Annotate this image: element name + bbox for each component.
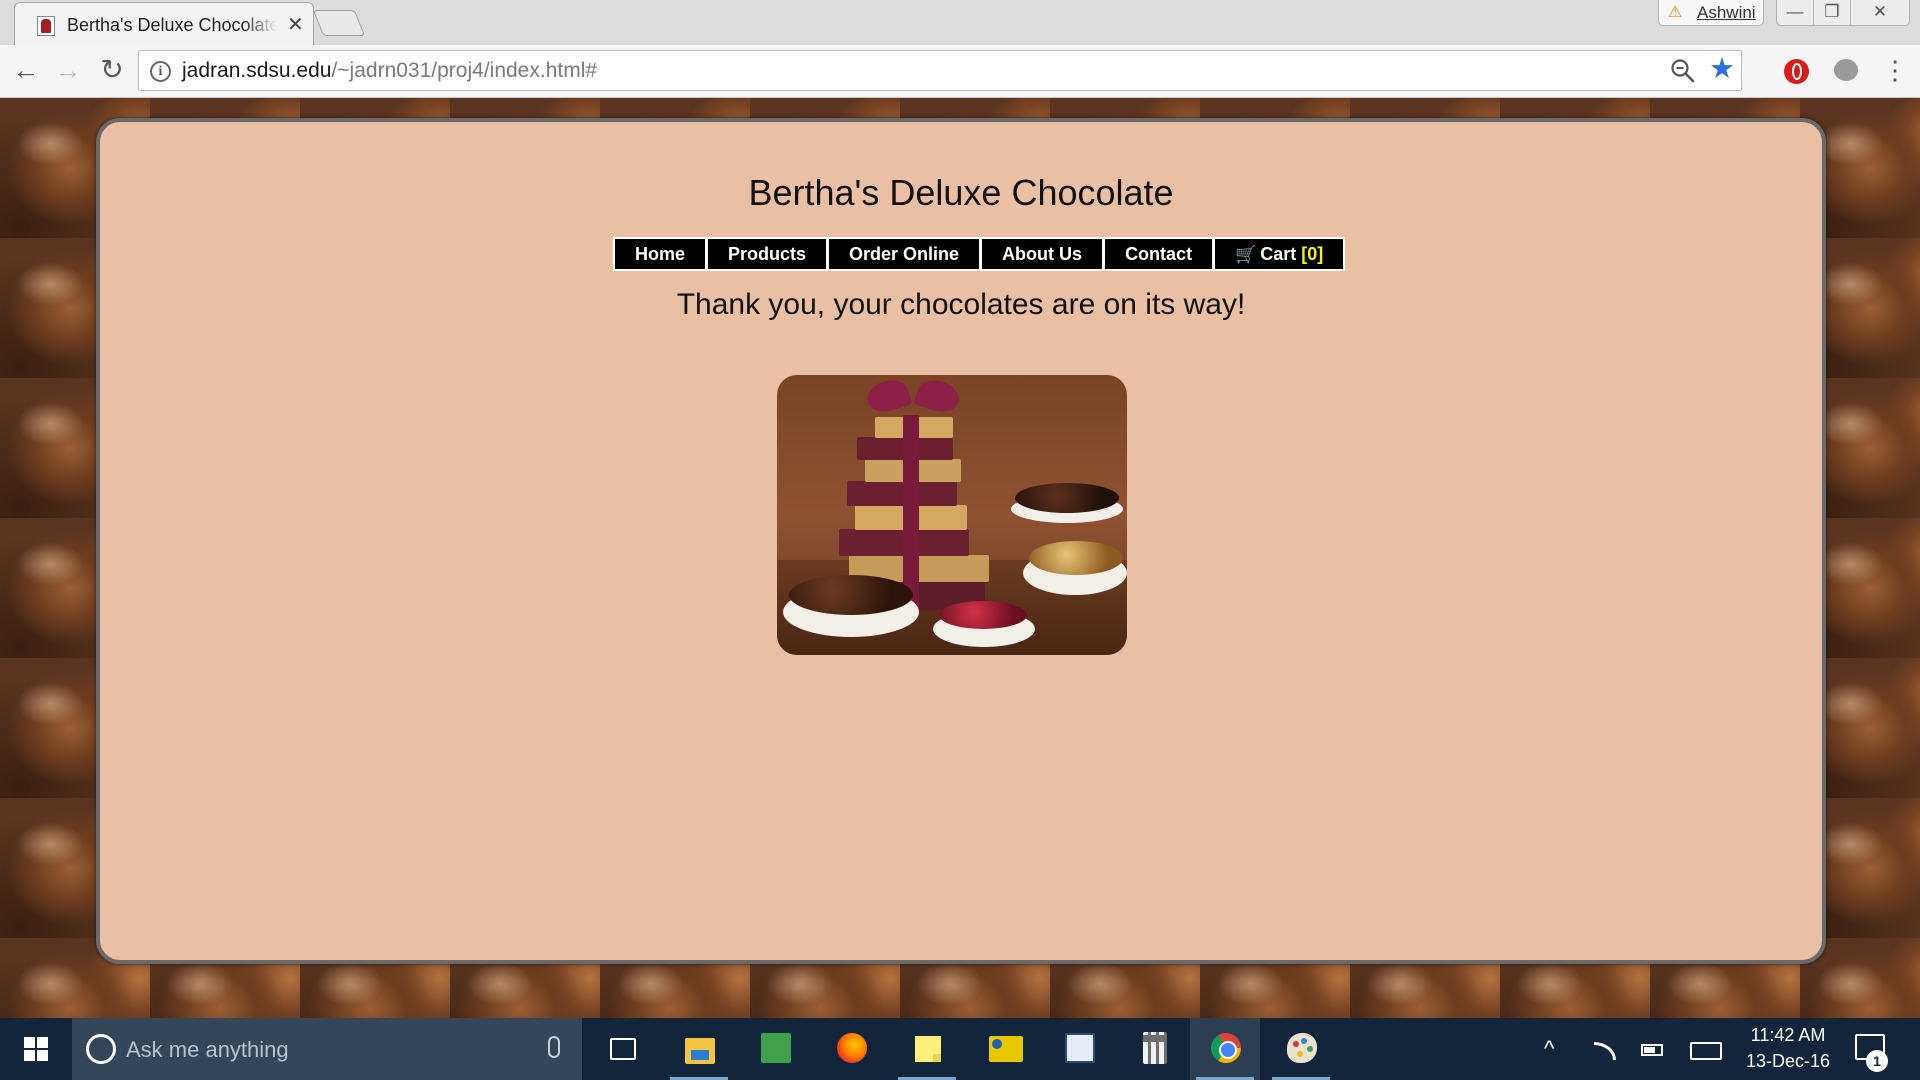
- tab-title: Bertha's Deluxe Chocolate: [67, 15, 277, 35]
- task-view-button[interactable]: [588, 1018, 658, 1080]
- minimize-button[interactable]: —: [1776, 0, 1814, 26]
- site-nav: Home Products Order Online About Us Cont…: [613, 237, 1346, 271]
- wifi-icon[interactable]: [1594, 1042, 1616, 1060]
- sticky-notes-icon: [915, 1036, 941, 1062]
- cortana-icon: [86, 1034, 116, 1064]
- taskbar-snipping-tool[interactable]: [968, 1018, 1038, 1080]
- chat-extension-icon[interactable]: [1834, 59, 1858, 81]
- paint-icon: [1287, 1033, 1317, 1063]
- page-title: Bertha's Deluxe Chocolate: [748, 172, 1174, 213]
- browser-menu-button[interactable]: ⋮: [1882, 53, 1908, 87]
- snipping-tool-icon: [989, 1036, 1023, 1062]
- taskbar-notepad-plus[interactable]: [740, 1018, 810, 1080]
- reload-button[interactable]: ↻: [96, 55, 128, 87]
- url-host: jadran.sdsu.edu: [182, 59, 332, 82]
- search-placeholder: Ask me anything: [126, 1037, 289, 1062]
- windows-logo-icon: [24, 1037, 35, 1048]
- tab-strip: Bertha's Deluxe Chocolate ✕ ⚠ Ashwini — …: [0, 0, 1920, 45]
- windows-logo-icon: [37, 1037, 48, 1048]
- nav-contact[interactable]: Contact: [1105, 239, 1213, 269]
- chrome-icon: [1211, 1033, 1241, 1063]
- taskbar-file-explorer[interactable]: [664, 1018, 734, 1080]
- notification-count-badge: 1: [1866, 1050, 1888, 1072]
- browser-toolbar: ← → ↻ i jadran.sdsu.edu/~jadrn031/proj4/…: [0, 45, 1920, 98]
- warning-icon: ⚠: [1668, 4, 1683, 21]
- nav-home[interactable]: Home: [615, 239, 706, 269]
- cortana-search-box[interactable]: Ask me anything: [72, 1018, 582, 1080]
- nav-cart[interactable]: 🛒 Cart [0]: [1215, 239, 1344, 269]
- windows-logo-icon: [37, 1050, 48, 1061]
- cart-count: [0]: [1301, 244, 1324, 264]
- new-tab-button[interactable]: [312, 10, 366, 36]
- url-path: /~jadrn031/proj4/index.html#: [331, 59, 598, 82]
- taskbar-remote-desktop[interactable]: [1044, 1018, 1114, 1080]
- task-view-icon: [610, 1038, 636, 1060]
- forward-button[interactable]: →: [52, 55, 84, 87]
- microphone-icon[interactable]: [548, 1036, 560, 1058]
- profile-name: Ashwini: [1697, 3, 1756, 22]
- battery-icon[interactable]: [1641, 1044, 1663, 1056]
- gift-box: [847, 481, 957, 506]
- clock-date[interactable]: 13-Dec-16: [1740, 1051, 1836, 1072]
- taskbar: Ask me anything ^ 11:42 AM 13-Dec-16 1: [0, 1018, 1920, 1080]
- taskbar-sticky-notes[interactable]: [892, 1018, 962, 1080]
- ribbon: [903, 415, 919, 610]
- address-bar[interactable]: i jadran.sdsu.edu/~jadrn031/proj4/index.…: [138, 50, 1742, 91]
- remote-desktop-icon: [1065, 1033, 1095, 1063]
- truffles: [1015, 483, 1119, 513]
- clock-time[interactable]: 11:42 AM: [1748, 1025, 1828, 1046]
- firefox-icon: [837, 1033, 867, 1063]
- confirmation-message: Thank you, your chocolates are on its wa…: [676, 288, 1246, 321]
- browser-tab[interactable]: Bertha's Deluxe Chocolate ✕: [14, 2, 314, 45]
- bookmark-star-icon[interactable]: ★: [1709, 54, 1735, 84]
- windows-logo-icon: [24, 1050, 35, 1061]
- chocolate-gift-image: [777, 375, 1127, 655]
- caramel-popcorn: [1029, 541, 1123, 575]
- back-button[interactable]: ←: [10, 55, 42, 87]
- taskbar-calculator[interactable]: [1120, 1018, 1190, 1080]
- restore-button[interactable]: ❐: [1813, 0, 1851, 26]
- taskbar-paint[interactable]: [1266, 1018, 1336, 1080]
- notepad-plus-icon: [761, 1033, 791, 1063]
- chocolate-cherries: [939, 601, 1027, 629]
- folder-icon: [685, 1038, 715, 1064]
- zoom-icon[interactable]: [1669, 57, 1697, 85]
- nav-about-us[interactable]: About Us: [982, 239, 1103, 269]
- start-button[interactable]: [0, 1018, 68, 1080]
- taskbar-chrome[interactable]: [1190, 1018, 1260, 1080]
- cart-icon: 🛒: [1235, 245, 1257, 264]
- nav-products[interactable]: Products: [708, 239, 827, 269]
- chocolate-covered-nuts: [789, 575, 913, 615]
- adblock-extension-icon[interactable]: [1784, 59, 1809, 84]
- tab-close-icon[interactable]: ✕: [287, 14, 304, 36]
- site-info-icon[interactable]: i: [150, 61, 171, 82]
- window-close-button[interactable]: ✕: [1850, 0, 1910, 26]
- touch-keyboard-icon[interactable]: [1690, 1042, 1722, 1060]
- site-favicon-icon: [37, 16, 55, 36]
- cart-label: Cart: [1260, 244, 1297, 264]
- content-panel: Bertha's Deluxe Chocolate Home Products …: [96, 118, 1826, 964]
- taskbar-firefox[interactable]: [816, 1018, 886, 1080]
- profile-button[interactable]: ⚠ Ashwini: [1658, 0, 1764, 26]
- ribbon-bow: [867, 375, 959, 427]
- page-viewport: Bertha's Deluxe Chocolate Home Products …: [0, 98, 1920, 1018]
- calculator-icon: [1143, 1032, 1167, 1064]
- nav-order-online[interactable]: Order Online: [829, 239, 980, 269]
- url-text[interactable]: jadran.sdsu.edu/~jadrn031/proj4/index.ht…: [182, 59, 597, 83]
- show-hidden-icons-chevron-icon[interactable]: ^: [1544, 1038, 1554, 1060]
